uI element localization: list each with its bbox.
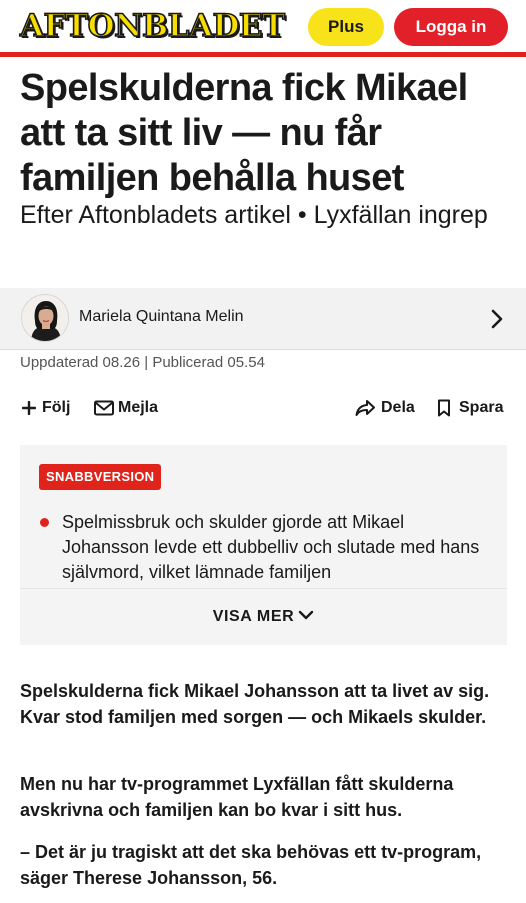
email-label: Mejla (118, 399, 159, 416)
article-subheadline: Efter Aftonbladets artikel • Lyxfällan i… (20, 201, 488, 229)
plus-button[interactable]: Plus (308, 8, 384, 46)
publish-dates: Uppdaterad 08.26 | Publicerad 05.54 (20, 354, 265, 371)
bullet-dot (40, 518, 49, 527)
share-icon (355, 399, 375, 417)
article-headline: Spelskulderna fick Mikael att ta sitt li… (20, 67, 468, 199)
article-actions: Följ Mejla Dela Spara (0, 392, 526, 424)
aftonbladet-logo[interactable]: AFTONBLADET (19, 6, 286, 46)
mail-icon (94, 400, 114, 416)
author-avatar (21, 294, 69, 342)
quick-summary-badge: SNABBVERSION (39, 464, 162, 490)
share-button[interactable]: Dela (355, 392, 415, 424)
show-more-button[interactable]: VISA MER (20, 605, 507, 629)
email-button[interactable]: Mejla (94, 392, 158, 424)
bookmark-icon (436, 399, 452, 417)
author-name[interactable]: Mariela Quintana Melin (79, 308, 244, 326)
save-button[interactable]: Spara (436, 392, 503, 424)
header-divider (0, 52, 526, 57)
quick-summary-card: SNABBVERSION Spelmissbruk och skulder gj… (20, 445, 507, 645)
top-bar: AFTONBLADET Plus Logga in (0, 0, 526, 56)
follow-label: Följ (42, 399, 71, 416)
save-label: Spara (459, 399, 504, 416)
chevron-right-icon[interactable] (487, 308, 507, 330)
login-button[interactable]: Logga in (394, 8, 508, 46)
author-byline[interactable]: Mariela Quintana Melin (0, 288, 526, 350)
show-more-label: VISA MER (212, 608, 295, 625)
plus-icon (22, 401, 36, 415)
chevron-down-icon (294, 608, 314, 626)
follow-button[interactable]: Följ (22, 392, 70, 424)
article-quote-paragraph: – Det är ju tragiskt att det ska behövas… (20, 842, 482, 888)
article-paragraph: Men nu har tv-programmet Lyxfällan fått … (20, 774, 454, 820)
summary-bullet: Spelmissbruk och skulder gjorde att Mika… (62, 512, 480, 582)
share-label: Dela (381, 399, 415, 416)
article-lead-paragraph: Spelskulderna fick Mikael Johansson att … (20, 681, 490, 727)
